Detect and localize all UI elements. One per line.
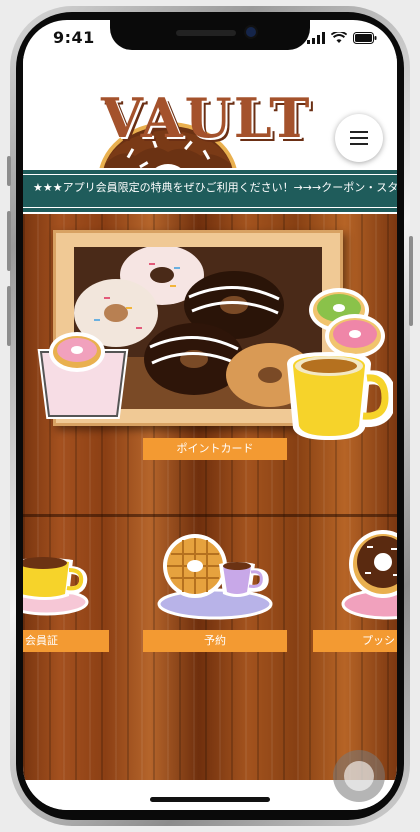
assistive-touch-inner: [344, 761, 374, 791]
app-logo[interactable]: VAULT: [101, 86, 311, 150]
reservation-waffle-cup-icon: [157, 534, 273, 620]
announcement-ticker[interactable]: ★★★アプリ会員限定の特典をぜひご利用ください！→→→クーポン・スタンプ: [23, 168, 397, 214]
notch: [110, 20, 310, 50]
assistive-touch-button[interactable]: [333, 750, 385, 802]
speaker: [176, 30, 236, 36]
push-donut-icon: [341, 530, 397, 620]
signal-icon: [307, 32, 325, 44]
status-icons: [307, 32, 377, 44]
member-card-cup-icon: [23, 557, 89, 616]
hamburger-menu-button[interactable]: [335, 114, 383, 162]
menu-button-member-card[interactable]: 会員証: [23, 630, 109, 652]
menu-button-push[interactable]: プッシ: [313, 630, 397, 652]
coffee-cup-sticker: [287, 352, 393, 440]
front-camera: [246, 27, 256, 37]
app-screen: VAULT 9:41 ★★★アプリ会員限定の特典をぜひご利用ください！→→→クー…: [23, 20, 397, 810]
wifi-icon: [331, 32, 347, 43]
battery-icon: [353, 32, 377, 44]
volume-down-button: [7, 286, 11, 346]
hamburger-menu-icon: [350, 131, 368, 133]
ticker-text: ★★★アプリ会員限定の特典をぜひご利用ください！→→→クーポン・スタンプ: [33, 181, 397, 194]
menu-button-reservation[interactable]: 予約: [143, 630, 287, 652]
donut-bag-sticker: [37, 332, 129, 419]
plank-seam: [23, 514, 397, 517]
mute-switch: [7, 156, 11, 186]
status-time: 9:41: [53, 28, 95, 47]
hamburger-line: [350, 137, 368, 139]
point-card-button[interactable]: ポイントカード: [143, 438, 287, 460]
volume-up-button: [7, 211, 11, 271]
hamburger-line: [350, 143, 368, 145]
app-header: VAULT: [23, 56, 397, 174]
power-button: [409, 236, 413, 326]
home-indicator[interactable]: [150, 797, 270, 802]
